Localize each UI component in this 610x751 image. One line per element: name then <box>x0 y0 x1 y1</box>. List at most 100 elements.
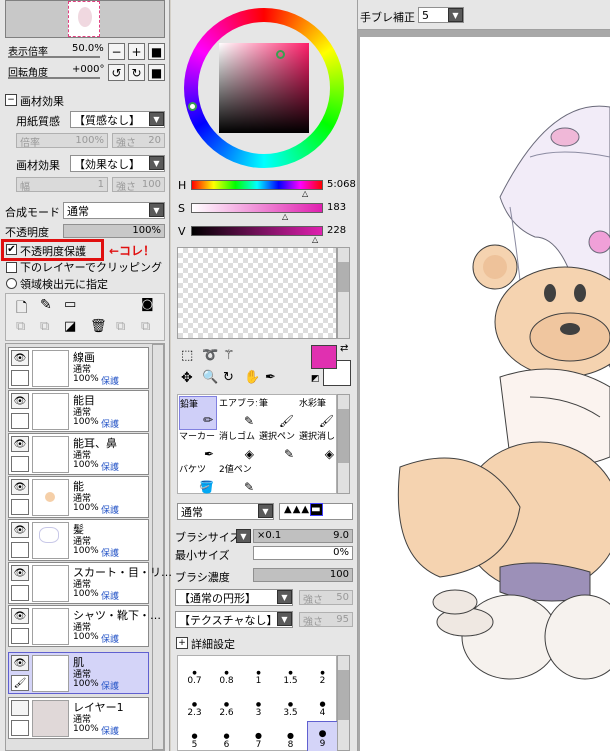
layer-row[interactable]: 👁 能目 通常 100% 保護 <box>8 390 149 432</box>
detail-settings-toggle[interactable]: + <box>176 637 188 649</box>
size-preset[interactable]: ● 4 <box>307 689 338 720</box>
zoom-out-button[interactable]: − <box>108 43 125 60</box>
new-layer-icon[interactable]: 🗋 <box>16 297 27 321</box>
tool-airbrush[interactable]: エアブラシ ✎ <box>219 396 257 430</box>
swatch-grid[interactable] <box>177 247 337 339</box>
size-preset[interactable]: ● 0.8 <box>211 657 242 688</box>
blend-mode-select[interactable]: 通常 ▼ <box>63 202 165 219</box>
layer-lock-checkbox[interactable] <box>11 585 29 601</box>
layer-lock-checkbox[interactable] <box>11 628 29 644</box>
merge-all-icon[interactable]: ⧉ <box>141 319 150 334</box>
layer-row[interactable]: 👁 能耳、鼻 通常 100% 保護 <box>8 433 149 475</box>
tool-bucket[interactable]: バケツ 🪣 <box>179 462 217 496</box>
layer-list-scrollbar[interactable] <box>152 344 164 750</box>
brush-texture-strength[interactable]: 強さ 95 <box>299 612 353 628</box>
tool-select-pen[interactable]: 選択ペン ✎ <box>259 429 297 463</box>
eye-icon[interactable]: 👁 <box>11 479 29 495</box>
magic-wand-icon[interactable]: ⚚ <box>223 348 235 363</box>
size-preset[interactable]: ● 6 <box>211 721 242 751</box>
brush-texture-select[interactable]: 【テクスチャなし】 ▼ <box>175 611 293 628</box>
brush-size-multiplier-dropdown[interactable]: ▼ <box>236 529 251 543</box>
navigator-preview[interactable] <box>5 0 165 38</box>
brush-icon[interactable]: 🖌 <box>11 675 29 691</box>
layer-row[interactable]: 👁 線画 通常 100% 保護 <box>8 347 149 389</box>
eye-icon[interactable]: 👁 <box>11 436 29 452</box>
size-preset[interactable]: ● 2.3 <box>179 689 210 720</box>
v-value[interactable]: 228 <box>327 225 346 236</box>
tool-brush[interactable]: 筆 🖌 <box>259 396 297 430</box>
size-preset[interactable]: ● 0.7 <box>179 657 210 688</box>
clipping-checkbox[interactable] <box>6 262 17 273</box>
visibility-checkbox[interactable] <box>11 700 29 716</box>
stabilizer-select[interactable]: 5 ▼ <box>418 7 464 23</box>
default-colors-icon[interactable]: ◩ <box>311 374 320 384</box>
size-preset[interactable]: ● 2.6 <box>211 689 242 720</box>
size-presets-scrollbar[interactable] <box>337 655 350 751</box>
tool-pencil[interactable]: 鉛筆 ✏ <box>179 396 217 430</box>
layer-lock-checkbox[interactable] <box>11 456 29 472</box>
eye-icon[interactable]: 👁 <box>11 522 29 538</box>
size-preset[interactable]: ● 1.5 <box>275 657 306 688</box>
eyedropper-icon[interactable]: ✒ <box>265 370 276 385</box>
size-preset[interactable]: ● 8 <box>275 721 306 751</box>
layer-lock-checkbox[interactable] <box>11 370 29 386</box>
eye-icon[interactable]: 👁 <box>11 565 29 581</box>
clear-layer-icon[interactable]: ◪ <box>64 319 76 334</box>
size-preset-selected[interactable]: ● 9 <box>307 721 338 751</box>
zoom-icon[interactable]: 🔍 <box>202 370 218 385</box>
lasso-icon[interactable]: ➰ <box>202 348 218 363</box>
layer-row[interactable]: レイヤー1 通常 100% 保護 <box>8 697 149 739</box>
s-value[interactable]: 183 <box>327 202 346 213</box>
tool-marker[interactable]: マーカー ✒ <box>179 429 217 463</box>
layer-lock-checkbox[interactable] <box>11 542 29 558</box>
color-wheel[interactable] <box>184 8 344 168</box>
rotate-left-button[interactable]: ↺ <box>108 64 125 81</box>
size-preset[interactable]: ● 5 <box>179 721 210 751</box>
tool-eraser[interactable]: 消しゴム ◈ <box>219 429 257 463</box>
saturation-value-square[interactable] <box>219 43 309 133</box>
drawing-canvas[interactable] <box>360 37 610 751</box>
brush-size-slider[interactable]: ×0.1 9.0 <box>253 529 353 543</box>
brush-density-slider[interactable]: 100 <box>253 568 353 582</box>
effect-width-field[interactable]: 幅 1 <box>16 177 108 193</box>
folder-icon[interactable]: ▭ <box>64 297 76 312</box>
swap-colors-icon[interactable]: ⇄ <box>340 343 348 354</box>
layer-row[interactable]: 👁 スカート・目・リ… 通常 100% 保護 <box>8 562 172 604</box>
new-layer-edit-icon[interactable]: ✎ <box>40 297 52 313</box>
copy-layer-icon[interactable]: ⧉ <box>16 319 25 334</box>
protect-opacity-checkbox[interactable]: ✔ <box>6 244 17 255</box>
brush-edge-presets[interactable]: ▲▲▲▬ <box>279 503 353 520</box>
sv-picker-marker[interactable] <box>276 50 285 59</box>
eye-icon[interactable]: 👁 <box>11 608 29 624</box>
rotate-right-button[interactable]: ↻ <box>128 64 145 81</box>
size-preset[interactable]: ● 7 <box>243 721 274 751</box>
detect-source-checkbox[interactable] <box>6 278 17 289</box>
merge-icon[interactable]: ⧉ <box>40 319 49 334</box>
min-size-slider[interactable]: 0% <box>253 546 353 560</box>
rotate-value[interactable]: +000° <box>72 64 104 75</box>
size-preset[interactable]: ● 2 <box>307 657 338 688</box>
zoom-slider[interactable] <box>8 56 100 58</box>
trash-icon[interactable]: 🗑 <box>90 319 107 334</box>
tool-watercolor[interactable]: 水彩筆 🖌 <box>299 396 337 430</box>
texture-select[interactable]: 【質感なし】 ▼ <box>70 111 165 128</box>
size-preset[interactable]: ● 3.5 <box>275 689 306 720</box>
brush-mode-select[interactable]: 通常 ▼ <box>177 503 274 520</box>
value-slider[interactable] <box>191 226 323 236</box>
opacity-slider[interactable]: 100% <box>63 224 165 238</box>
layer-row[interactable]: 👁 髪 通常 100% 保護 <box>8 519 149 561</box>
eye-icon[interactable]: 👁 <box>11 393 29 409</box>
move-icon[interactable]: ✥ <box>181 370 193 386</box>
effect-select[interactable]: 【効果なし】 ▼ <box>70 155 165 172</box>
layer-row[interactable]: 👁 能 通常 100% 保護 <box>8 476 149 518</box>
rotate-reset-button[interactable]: ■ <box>148 64 165 81</box>
hand-icon[interactable]: ✋ <box>244 370 260 385</box>
layer-row[interactable]: 👁 シャツ・靴下・… 通常 100% 保護 <box>8 605 161 647</box>
saturation-slider[interactable] <box>191 203 323 213</box>
layer-row-selected[interactable]: 👁 🖌 肌 通常 100% 保護 <box>8 652 149 694</box>
brush-shape-select[interactable]: 【通常の円形】 ▼ <box>175 589 293 606</box>
zoom-reset-button[interactable]: ■ <box>148 43 165 60</box>
layer-lock-checkbox[interactable] <box>11 499 29 515</box>
primary-color-swatch[interactable] <box>311 345 337 369</box>
layer-lock-checkbox[interactable] <box>11 720 29 736</box>
